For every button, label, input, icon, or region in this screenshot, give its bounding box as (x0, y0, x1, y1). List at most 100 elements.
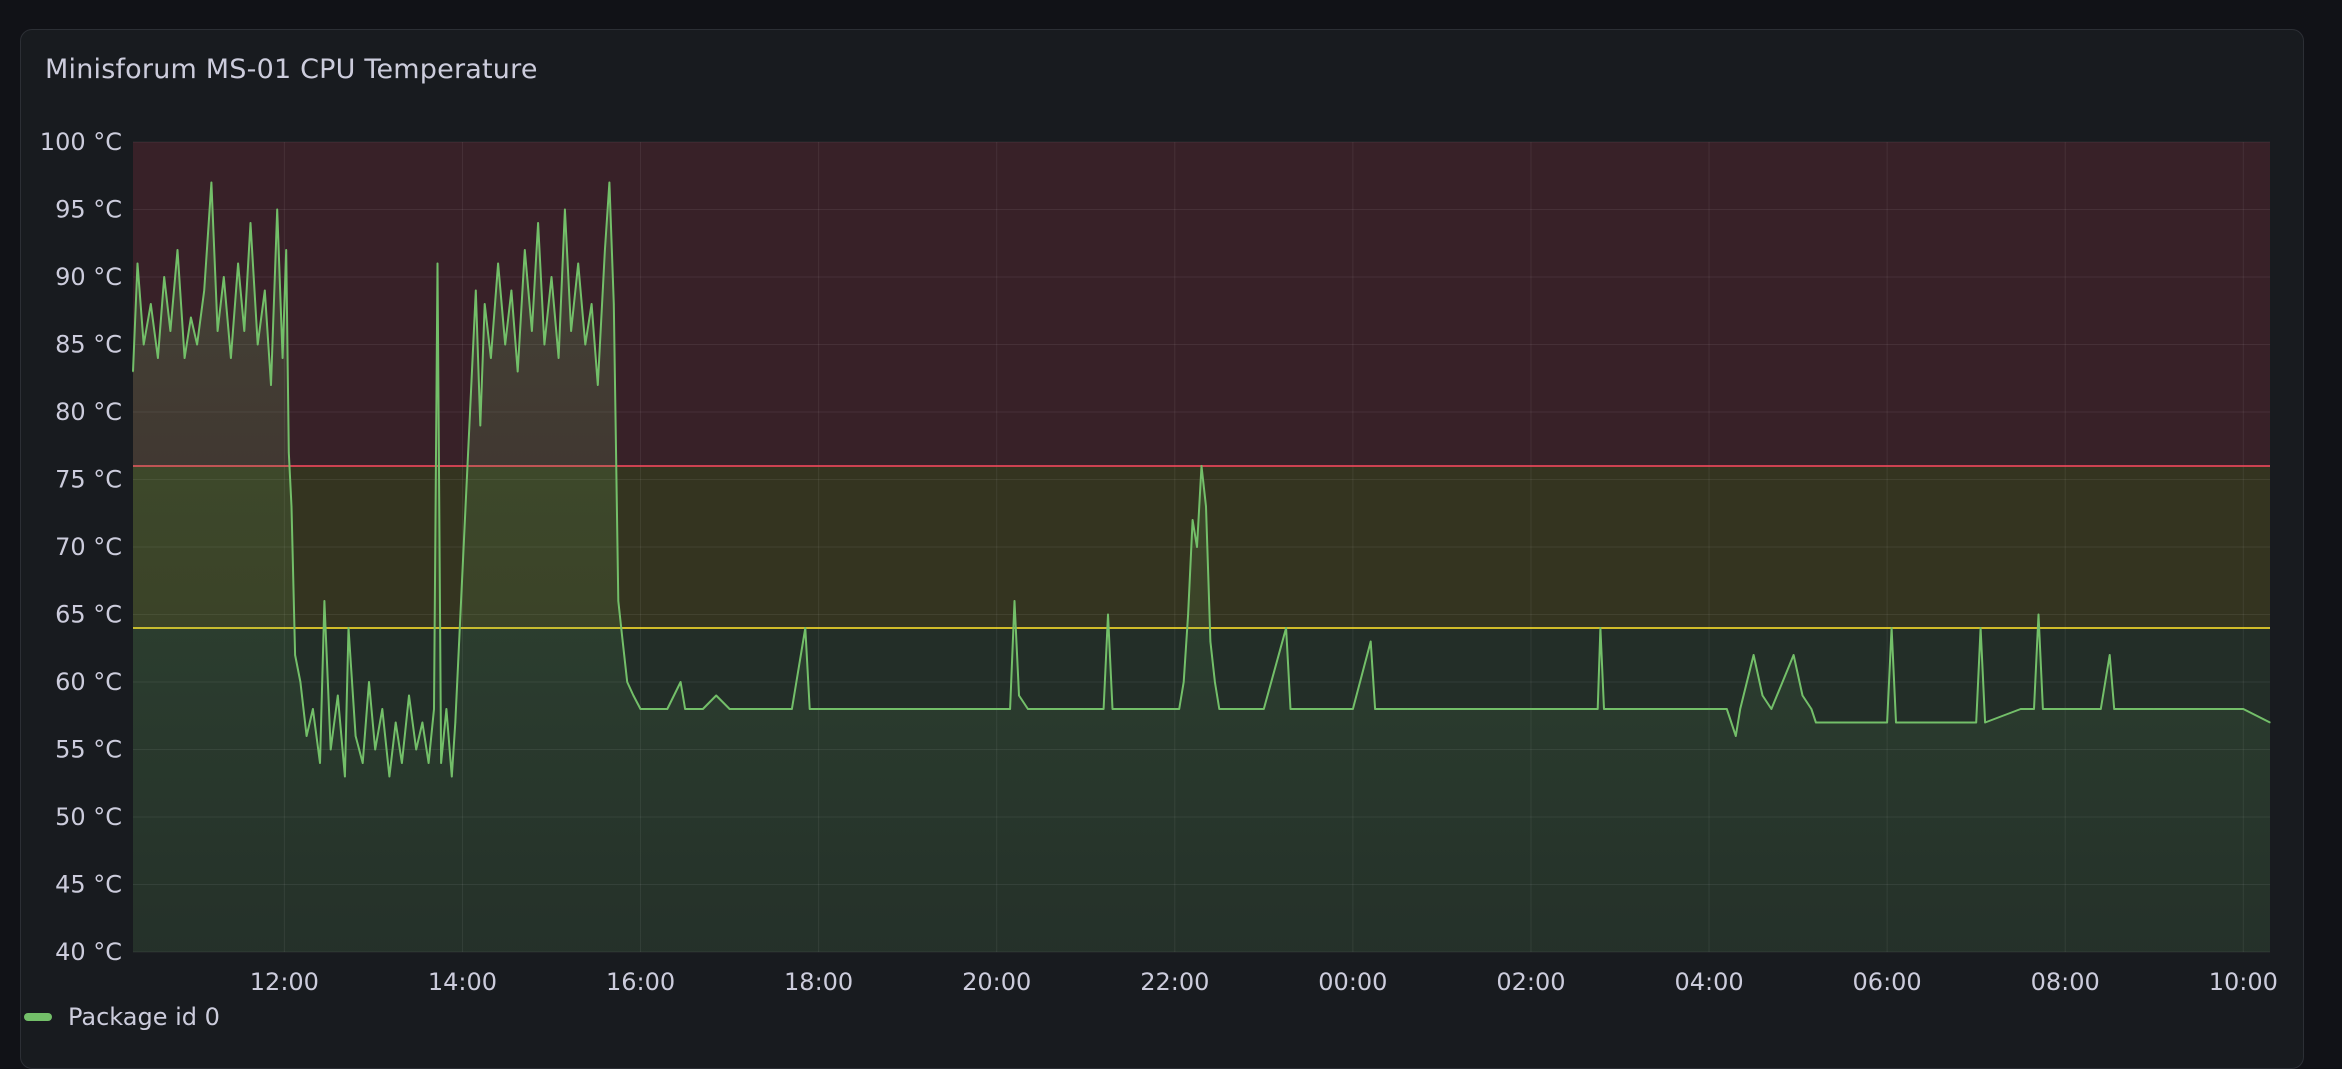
series-point (621, 640, 624, 643)
series-point (639, 708, 642, 710)
x-tick-label: 06:00 (1853, 968, 1922, 996)
series-point (388, 775, 391, 778)
series-point (319, 762, 321, 764)
series-point (230, 357, 232, 359)
series-point (142, 343, 145, 346)
series-point (679, 681, 682, 683)
series-point (596, 384, 599, 386)
series-point (564, 208, 566, 211)
series-point (666, 708, 669, 710)
band-red (133, 142, 2270, 466)
series-point (1841, 721, 1844, 724)
series-point (1485, 708, 1488, 710)
legend-swatch (24, 1013, 52, 1021)
series-point (1725, 708, 1728, 710)
series-point (1262, 708, 1265, 710)
series-point (196, 343, 199, 346)
series-point (249, 222, 252, 224)
series-point (479, 424, 482, 427)
series-point (715, 694, 718, 697)
series-point (323, 600, 326, 602)
legend-label: Package id 0 (68, 1003, 220, 1031)
series-point (329, 748, 332, 751)
series-point (243, 330, 246, 332)
x-tick-label: 08:00 (2031, 968, 2100, 996)
series-point (1886, 721, 1888, 724)
series-point (2242, 708, 2245, 710)
series-point (1316, 708, 1319, 710)
series-point (169, 330, 172, 332)
series-point (1596, 708, 1599, 710)
series-point (1979, 627, 1982, 629)
series-point (157, 357, 159, 359)
series-point (1187, 613, 1189, 616)
series-point (1196, 546, 1198, 548)
series-point (1636, 708, 1639, 710)
series-point (537, 222, 539, 224)
series-point (440, 762, 442, 764)
y-tick-label: 60 °C (55, 668, 122, 696)
series-point (755, 708, 758, 710)
temperature-chart: 100 °C 95 °C 90 °C 85 °C 80 °C 75 °C 70 °C 65 °… (40, 128, 2278, 996)
series-point (1770, 708, 1773, 710)
series-point (1801, 694, 1804, 697)
series-point (2153, 708, 2156, 710)
series-point (1214, 681, 1216, 683)
series-point (210, 181, 213, 184)
series-point (702, 708, 704, 710)
series-point (590, 303, 593, 305)
series-point (1739, 708, 1742, 710)
series-point (626, 681, 629, 683)
legend-item-package-id-0[interactable]: Package id 0 (24, 1002, 220, 1032)
series-point (1200, 465, 1203, 467)
y-tick-label: 70 °C (55, 533, 122, 561)
series-point (497, 262, 499, 265)
series-point (354, 735, 357, 737)
x-tick-label: 22:00 (1140, 968, 1209, 996)
series-point (2197, 708, 2200, 710)
series-point (336, 694, 339, 697)
series-point (163, 276, 166, 278)
series-point (1084, 708, 1087, 710)
series-point (1138, 708, 1141, 710)
series-point (804, 627, 807, 629)
series-point (136, 262, 139, 265)
series-point (1966, 721, 1969, 724)
series-point (285, 249, 288, 251)
series-point (1734, 735, 1737, 737)
x-tick-label: 12:00 (250, 968, 319, 996)
series-point (1236, 708, 1238, 710)
series-point (632, 694, 635, 697)
series-point (290, 505, 293, 508)
series-point (394, 721, 397, 724)
series-point (344, 775, 346, 778)
x-tick-label: 18:00 (784, 968, 853, 996)
series-point (808, 708, 811, 710)
series-point (1111, 708, 1114, 710)
series-point (450, 775, 453, 778)
series-point (543, 343, 546, 346)
series-point (1405, 708, 1408, 710)
x-tick-label: 02:00 (1496, 968, 1565, 996)
series-point (1895, 721, 1897, 724)
series-point (1102, 708, 1105, 710)
series-point (523, 249, 526, 251)
series-point (427, 762, 430, 764)
series-point (401, 762, 403, 764)
series-point (608, 181, 611, 184)
series-point (862, 708, 864, 710)
series-point (374, 748, 377, 751)
x-tick-label: 14:00 (428, 968, 497, 996)
series-point (483, 303, 486, 305)
series-point (2033, 708, 2035, 710)
x-tick-label: 10:00 (2209, 968, 2278, 996)
series-point (2042, 708, 2044, 710)
series-point (728, 708, 731, 710)
series-point (312, 708, 314, 710)
series-point (510, 289, 513, 292)
series-point (454, 721, 457, 724)
y-tick-label: 100 °C (40, 128, 122, 156)
series-point (1285, 627, 1287, 629)
series-point (1027, 708, 1029, 710)
series-point (1752, 654, 1755, 656)
